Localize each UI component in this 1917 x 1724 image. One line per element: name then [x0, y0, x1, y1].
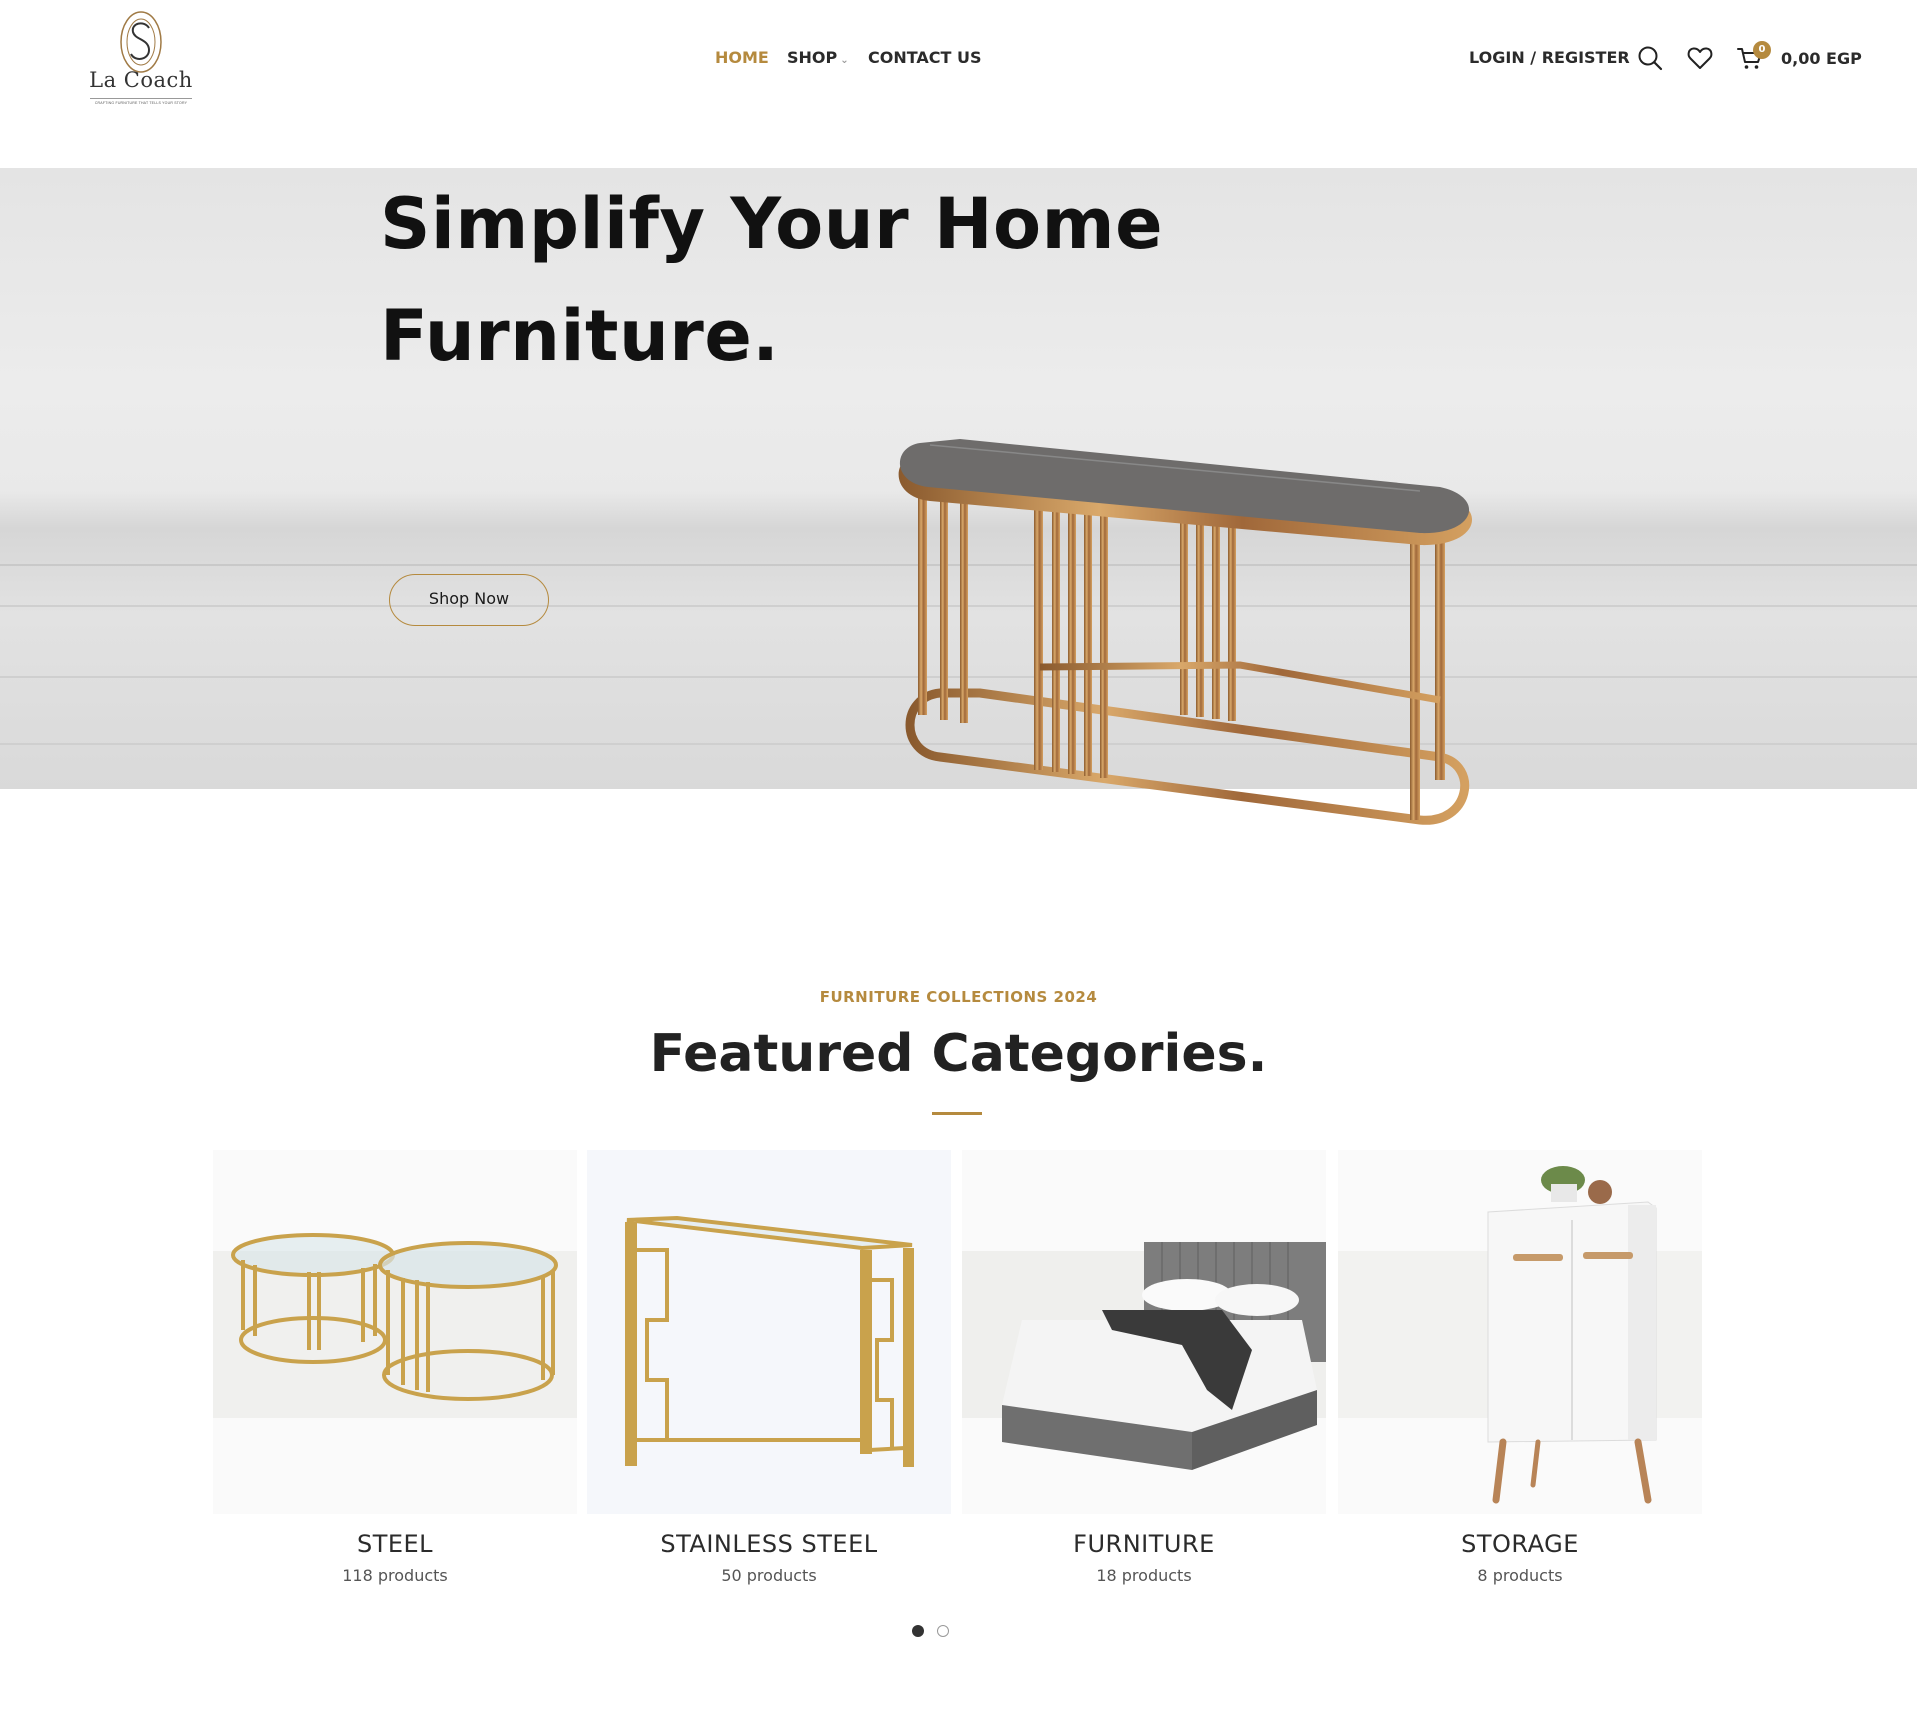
category-name: STORAGE	[1461, 1530, 1579, 1558]
hero-title-line-1: Simplify Your Home	[380, 183, 1164, 265]
category-count: 50 products	[721, 1566, 817, 1585]
category-name: STEEL	[356, 1530, 434, 1558]
site-header: La Coach CRAFTING FURNITURE THAT TELLS Y…	[0, 0, 1917, 168]
site-logo[interactable]: La Coach CRAFTING FURNITURE THAT TELLS Y…	[86, 10, 196, 110]
nav-home[interactable]: HOME	[715, 48, 769, 67]
category-count: 8 products	[1477, 1566, 1563, 1585]
cart-count-badge: 0	[1753, 41, 1771, 59]
hero-title-line-2: Furniture.	[380, 295, 780, 377]
shop-now-button[interactable]: Shop Now	[389, 574, 549, 626]
chevron-down-icon: ⌄	[840, 55, 849, 66]
category-image-furniture	[962, 1150, 1326, 1514]
category-card-stainless-steel[interactable]: STAINLESS STEEL 50 products	[587, 1150, 951, 1590]
category-count: 118 products	[342, 1566, 448, 1585]
title-divider	[932, 1112, 982, 1115]
hero-table-image	[898, 439, 1473, 825]
carousel-pagination	[912, 1625, 972, 1639]
category-name: STAINLESS STEEL	[660, 1530, 878, 1558]
category-name: FURNITURE	[1073, 1530, 1215, 1558]
category-image-storage	[1338, 1150, 1702, 1514]
cart-total[interactable]: 0,00 EGP	[1781, 49, 1862, 68]
search-icon[interactable]	[1636, 44, 1664, 72]
logo-tagline: CRAFTING FURNITURE THAT TELLS YOUR STORY	[90, 98, 192, 105]
category-count: 18 products	[1096, 1566, 1192, 1585]
collections-subtitle: FURNITURE COLLECTIONS 2024	[819, 988, 1098, 1006]
logo-mark-icon	[120, 11, 162, 73]
nav-shop-label: SHOP	[787, 48, 838, 67]
category-image-steel	[213, 1150, 577, 1514]
category-card-furniture[interactable]: FURNITURE 18 products	[962, 1150, 1326, 1590]
nav-shop[interactable]: SHOP ⌄	[787, 48, 849, 67]
heart-icon[interactable]	[1686, 44, 1714, 72]
category-image-stainless-steel	[587, 1150, 951, 1514]
login-register-link[interactable]: LOGIN / REGISTER	[1469, 48, 1630, 67]
carousel-dot-2[interactable]	[937, 1625, 949, 1637]
nav-contact-us[interactable]: CONTACT US	[868, 48, 982, 67]
category-card-steel[interactable]: STEEL 118 products	[213, 1150, 577, 1590]
category-card-storage[interactable]: STORAGE 8 products	[1338, 1150, 1702, 1590]
hero-title: Simplify Your Home Furniture.	[380, 168, 1180, 392]
carousel-dot-1[interactable]	[912, 1625, 924, 1637]
logo-name: La Coach	[89, 68, 193, 92]
featured-categories-title: Featured Categories.	[649, 1024, 1268, 1084]
